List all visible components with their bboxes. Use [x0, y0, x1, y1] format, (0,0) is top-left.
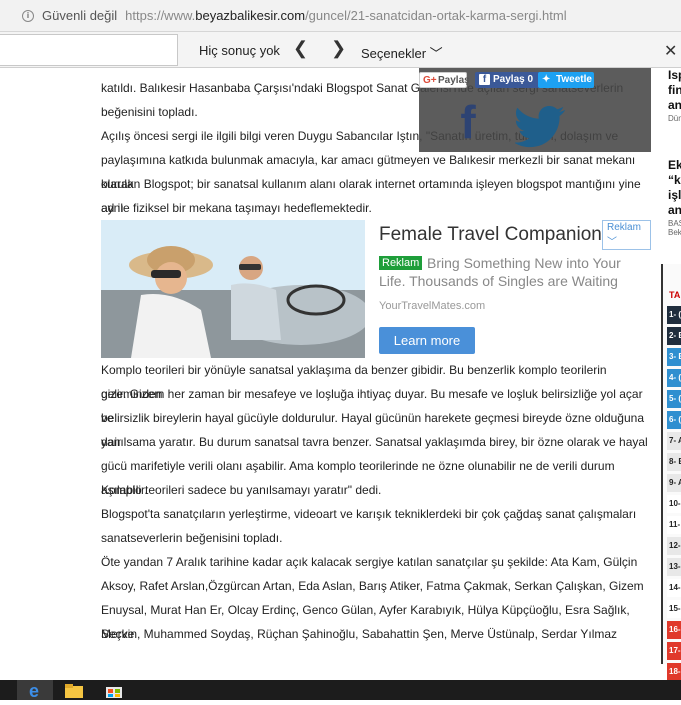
google-share-button[interactable]: G+ Paylaş [419, 72, 470, 88]
sidebar-ranking-panel: TA 1- ( 2- E 3- E 4- ( 5- ( 6- ( 7- A 8- E 9- A 1… [661, 264, 681, 680]
find-close-button[interactable]: ✕ [664, 41, 677, 61]
sidebar-rank-item[interactable]: 12- [667, 537, 681, 555]
article-body: katıldı. Balıkesir Hasanbaba Çarşısı'nda… [101, 68, 651, 680]
sidebar-news-title[interactable]: an [668, 203, 681, 217]
sidebar-rank-item[interactable]: 5- ( [667, 390, 681, 408]
edge-taskbar-button[interactable]: e [17, 680, 53, 701]
info-icon[interactable]: i [22, 9, 34, 22]
google-share-label: Paylaş [438, 75, 470, 86]
ad-site[interactable]: YourTravelMates.com [379, 300, 485, 312]
article-line: Seçkin, Muhammed Soydaş, Rüçhan Şahinoğl… [101, 627, 618, 641]
file-explorer-taskbar-button[interactable] [56, 680, 92, 700]
address-bar[interactable]: i Güvenli değil https://www.beyazbalikes… [0, 0, 681, 32]
google-plus-icon: G+ [423, 75, 437, 86]
sidebar-rank-item[interactable]: 6- ( [667, 411, 681, 429]
twitter-share-label: Tweetle [556, 74, 592, 85]
facebook-share-label: Paylaş 0 [493, 74, 534, 85]
sidebar-rank-item[interactable]: 10- [667, 495, 681, 513]
ad-choices-badge[interactable]: Reklam ﹀ [602, 220, 651, 250]
article-line: sanatseverlerin beğenisini topladı. [101, 531, 283, 545]
sidebar-news-title[interactable]: “k [668, 173, 681, 187]
svg-text:e: e [29, 681, 39, 700]
sidebar-news-title[interactable]: Ek [668, 158, 681, 172]
store-icon [106, 687, 122, 698]
find-bar: Hiç sonuç yok ❮ ❯ Seçenekler ﹀ ✕ [0, 32, 681, 68]
sidebar-rank-item[interactable]: 15- [667, 600, 681, 618]
find-next-button[interactable]: ❯ [331, 38, 346, 59]
security-label[interactable]: Güvenli değil [42, 8, 117, 23]
article-line: yanılsama yaratır. Bu durum sanatsal tav… [101, 435, 648, 449]
ad-title[interactable]: Female Travel Companion? [379, 224, 612, 246]
article-line: Komplo teorileri sadece bu yanılsamayı y… [101, 483, 382, 497]
sidebar-rank-item[interactable]: 7- A [667, 432, 681, 450]
article-line: Blogspot'ta sanatçıların yerleştirme, vi… [101, 507, 637, 521]
twitter-share-button[interactable]: ✦ Tweetle [538, 72, 594, 88]
ad-photo-illustration [101, 220, 365, 358]
right-sidebar: Isp fin an Dün Ek “k işl an BAS Bek TA 1… [651, 68, 681, 680]
twitter-large-icon[interactable] [515, 92, 575, 152]
sidebar-rank-item[interactable]: 17- [667, 642, 681, 660]
article-line: Aksoy, Rafet Arslan,Özgürcan Artan, Eda … [101, 579, 644, 593]
sidebar-rank-item[interactable]: 9- A [667, 474, 681, 492]
ad-image[interactable] [101, 220, 365, 358]
twitter-icon: ✦ [542, 74, 551, 85]
sidebar-rank-item[interactable]: 2- E [667, 327, 681, 345]
social-share-overlay: G+ Paylaş f Paylaş 0 ✦ Tweetle f [419, 68, 651, 152]
taskbar: e [0, 680, 681, 701]
sidebar-tab-label[interactable]: TA [669, 290, 680, 300]
store-taskbar-button[interactable] [96, 680, 132, 700]
sidebar-news-title[interactable]: fin [668, 83, 681, 97]
sidebar-news-title[interactable]: işl [668, 188, 681, 202]
sidebar-news-source: Dün [668, 114, 681, 123]
folder-icon [65, 684, 83, 698]
url-text[interactable]: https://www.beyazbalikesir.com/guncel/21… [125, 8, 566, 23]
sidebar-rank-item[interactable]: 13- [667, 558, 681, 576]
article-line: Öte yandan 7 Aralık tarihine kadar açık … [101, 555, 638, 569]
sidebar-news-title[interactable]: Isp [668, 68, 681, 82]
ad-label-badge: Reklam [379, 256, 423, 270]
sidebar-news-source: BAS [668, 219, 681, 228]
find-input[interactable] [0, 34, 178, 66]
article-line: ad ile fiziksel bir mekana taşımayı hede… [101, 201, 372, 215]
find-result-text: Hiç sonuç yok [199, 43, 280, 58]
sidebar-news-title[interactable]: an [668, 98, 681, 112]
facebook-large-icon[interactable]: f [431, 92, 505, 152]
find-options-button[interactable]: Seçenekler ﹀ [361, 43, 443, 62]
sidebar-rank-item[interactable]: 11- [667, 516, 681, 534]
edge-icon: e [29, 681, 39, 701]
ad-learn-more-button[interactable]: Learn more [379, 327, 475, 354]
sidebar-rank-item[interactable]: 16- [667, 621, 681, 639]
sidebar-rank-item[interactable]: 4- ( [667, 369, 681, 387]
find-previous-button[interactable]: ❮ [293, 38, 308, 59]
sidebar-rank-item[interactable]: 14- [667, 579, 681, 597]
sidebar-rank-item[interactable]: 18- [667, 663, 681, 680]
advertisement[interactable]: Female Travel Companion? Reklam ﹀ Bring … [101, 220, 651, 358]
sidebar-rank-item[interactable]: 8- E [667, 453, 681, 471]
sidebar-news-source: Bek [668, 228, 681, 237]
sidebar-rank-item[interactable]: 3- E [667, 348, 681, 366]
facebook-icon: f [479, 74, 490, 85]
sidebar-rank-item[interactable]: 1- ( [667, 306, 681, 324]
